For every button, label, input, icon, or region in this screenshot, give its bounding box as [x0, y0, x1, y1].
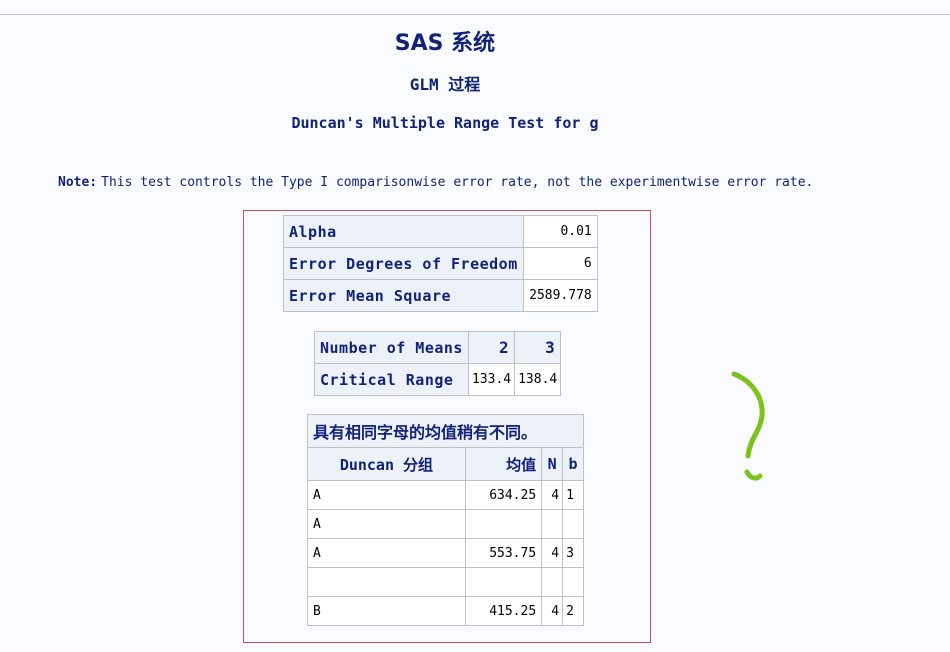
question-mark-annotation-icon: [731, 371, 765, 481]
table-row: Number of Means 2 3: [314, 331, 562, 364]
table-row: Alpha 0.01: [283, 215, 598, 248]
test-title: Duncan's Multiple Range Test for g: [291, 114, 599, 132]
duncan-grouping-table: 具有相同字母的均值稍有不同。 Duncan 分组 均值 N b A 634.25…: [307, 414, 584, 626]
n-cell: 4: [541, 538, 564, 568]
critical-range-value: 138.4: [514, 363, 562, 396]
table-row: A: [307, 509, 584, 539]
b-cell: [562, 509, 584, 539]
column-header: N: [541, 447, 564, 481]
critical-range-value: 133.4: [467, 363, 516, 396]
mean-cell: 634.25: [464, 480, 543, 510]
group-cell: A: [307, 538, 466, 568]
table-row: A 553.75 4 3: [307, 538, 584, 568]
group-cell: B: [307, 596, 466, 626]
table-header-row: Duncan 分组 均值 N b: [307, 447, 584, 481]
n-cell: [541, 567, 564, 597]
error-ms-value: 2589.778: [522, 279, 598, 312]
n-cell: [541, 509, 564, 539]
note-text: This test controls the Type I comparison…: [101, 175, 814, 190]
number-of-means-label: Number of Means: [314, 331, 469, 364]
error-df-label: Error Degrees of Freedom: [283, 247, 524, 280]
mean-cell: 553.75: [464, 538, 543, 568]
table-row: Error Degrees of Freedom 6: [283, 247, 598, 280]
alpha-label: Alpha: [283, 215, 524, 248]
table-row: B 415.25 4 2: [307, 596, 584, 626]
group-cell: A: [307, 509, 466, 539]
table-row: [307, 567, 584, 597]
means-header: 3: [514, 331, 562, 364]
column-header: b: [562, 447, 584, 481]
critical-range-label: Critical Range: [314, 363, 469, 396]
top-divider: [0, 14, 950, 15]
table-caption-row: 具有相同字母的均值稍有不同。: [307, 414, 584, 448]
column-header: Duncan 分组: [307, 447, 466, 481]
alpha-value: 0.01: [522, 215, 598, 248]
group-cell: A: [307, 480, 466, 510]
b-cell: [562, 567, 584, 597]
column-header: 均值: [464, 447, 543, 481]
b-cell: 2: [562, 596, 584, 626]
b-cell: 1: [562, 480, 584, 510]
procedure-title: GLM 过程: [409, 75, 481, 94]
mean-cell: 415.25: [464, 596, 543, 626]
table-row: Error Mean Square 2589.778: [283, 279, 598, 312]
b-cell: 3: [562, 538, 584, 568]
note-label: Note:: [58, 175, 98, 190]
mean-cell: [464, 567, 543, 597]
group-cell: [307, 567, 466, 597]
table-caption: 具有相同字母的均值稍有不同。: [307, 414, 584, 448]
n-cell: 4: [541, 596, 564, 626]
page-title: SAS 系统: [394, 31, 496, 56]
mean-cell: [464, 509, 543, 539]
note-line: Note: This test controls the Type I compa…: [58, 175, 813, 190]
error-ms-label: Error Mean Square: [283, 279, 524, 312]
means-header: 2: [467, 331, 516, 364]
critical-range-table: Number of Means 2 3 Critical Range 133.4…: [314, 331, 562, 396]
parameters-table: Alpha 0.01 Error Degrees of Freedom 6 Er…: [283, 215, 598, 312]
n-cell: 4: [541, 480, 564, 510]
table-row: A 634.25 4 1: [307, 480, 584, 510]
table-row: Critical Range 133.4 138.4: [314, 363, 562, 396]
error-df-value: 6: [522, 247, 598, 280]
